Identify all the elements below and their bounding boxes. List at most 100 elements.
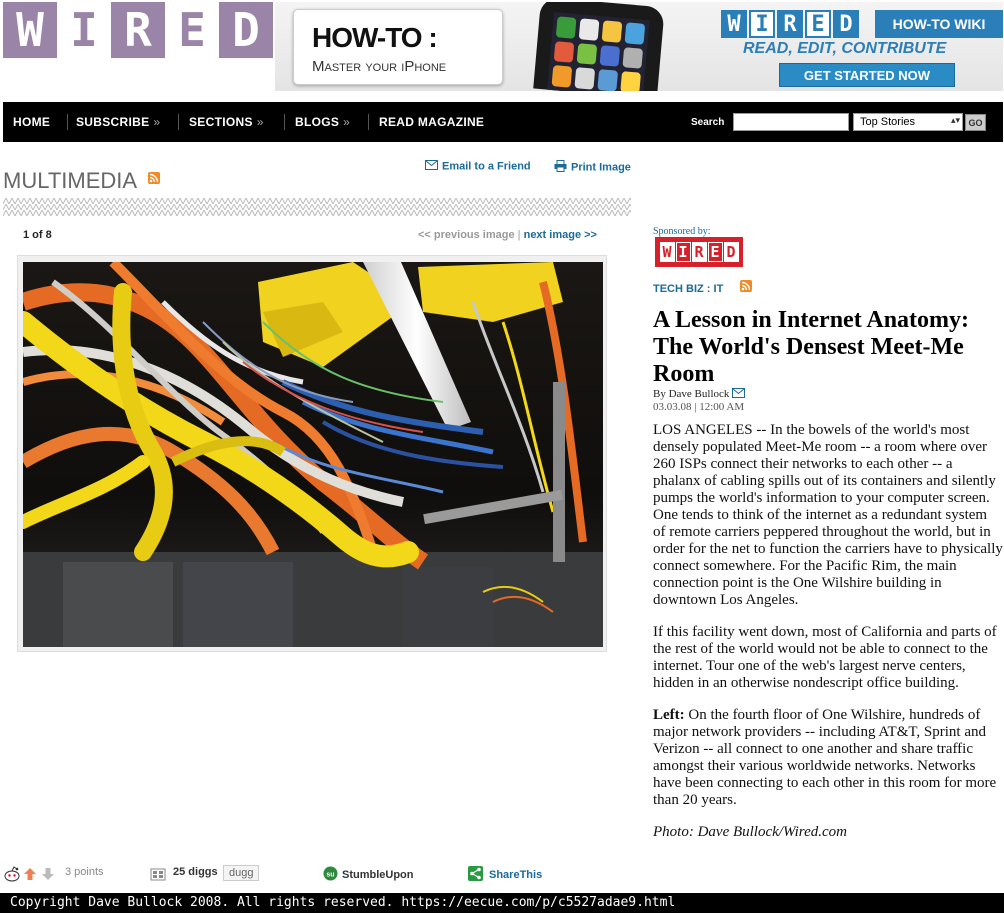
image-counter: 1 of 8 (23, 229, 52, 241)
rss-icon[interactable] (740, 280, 752, 292)
section-link-it[interactable]: IT (714, 283, 724, 295)
print-image-link[interactable]: Print Image (554, 160, 631, 175)
ad-wiki-panel: W I R E D HOW-TO WIKI READ, EDIT, CONTRI… (721, 10, 1003, 90)
print-image-label: Print Image (571, 161, 631, 174)
mini-wired-logo: W I R E D (721, 10, 861, 38)
chevron-right-icon: » (343, 115, 351, 129)
caption-lead: Left: (653, 707, 685, 723)
article-byline: By Dave Bullock (653, 388, 746, 401)
image-pager: << previous image | next image >> (418, 229, 597, 241)
email-friend-link[interactable]: Email to a Friend (425, 160, 531, 173)
stumbleupon-icon: su (323, 866, 338, 884)
caption-text: On the fourth floor of One Wilshire, hun… (653, 707, 997, 808)
search-scope-select[interactable]: Top Stories ▴▾ (853, 113, 963, 131)
nav-label: SUBSCRIBE (76, 115, 150, 129)
article-headline: A Lesson in Internet Anatomy: The World'… (653, 307, 970, 387)
mini-logo-letter: W (721, 10, 747, 38)
howto-wiki-badge: HOW-TO WIKI (875, 10, 1003, 38)
sponsor-letter: R (691, 242, 707, 262)
nav-label: BLOGS (295, 115, 340, 129)
select-arrows-icon: ▴▾ (950, 115, 960, 125)
banner-ad[interactable]: HOW-TO : Master your iPhone W I R E D HO… (275, 2, 1003, 91)
section-breadcrumb: TECH BIZ : IT (653, 283, 723, 295)
printer-icon (554, 160, 567, 175)
stumbleupon-label: StumbleUpon (342, 869, 414, 881)
sponsor-letter: W (659, 242, 675, 262)
rss-icon[interactable] (148, 172, 160, 184)
nav-blogs[interactable]: BLOGS » (295, 102, 350, 142)
section-title: MULTIMEDIA (3, 168, 138, 193)
digg-icon[interactable] (150, 866, 166, 882)
mini-logo-letter: E (805, 10, 831, 38)
logo-letter: W (3, 2, 57, 58)
email-author-icon[interactable] (732, 388, 746, 401)
dugg-button[interactable]: dugg (223, 865, 260, 881)
select-value: Top Stories (860, 116, 916, 128)
downvote-arrow-icon[interactable] (41, 867, 55, 884)
nav-label: SECTIONS (189, 115, 253, 129)
nav-divider (284, 114, 285, 130)
mini-logo-letter: R (777, 10, 803, 38)
gallery-photo[interactable] (23, 262, 603, 647)
nav-home[interactable]: HOME (13, 102, 50, 142)
sharethis-link[interactable]: ShareThis (468, 866, 542, 884)
photo-credit: Photo: Dave Bullock/Wired.com (653, 824, 847, 840)
go-button[interactable]: GO (965, 114, 986, 131)
upvote-arrow-icon[interactable] (23, 867, 37, 884)
next-image-link[interactable]: next image >> (524, 229, 597, 241)
nav-read-magazine[interactable]: READ MAGAZINE (379, 102, 484, 142)
digg-count[interactable]: 25 diggs (173, 866, 218, 878)
search-label: Search (691, 116, 725, 128)
sponsored-label: Sponsored by: (653, 226, 711, 237)
iphone-image (533, 2, 665, 91)
previous-image-link[interactable]: << previous image (418, 229, 515, 241)
article-date: 03.03.08 | 12:00 AM (653, 401, 745, 413)
nav-label: HOME (13, 115, 51, 129)
sponsor-letter: D (723, 242, 739, 262)
nav-subscribe[interactable]: SUBSCRIBE » (76, 102, 160, 142)
ad-title: HOW-TO : (312, 22, 438, 53)
nav-divider (67, 114, 68, 130)
social-bar: 3 points 25 diggs dugg su StumbleUpon Sh… (3, 862, 623, 886)
mini-logo-letter: D (833, 10, 859, 38)
sponsor-wired-logo[interactable]: W I R E D (655, 237, 743, 267)
author-name[interactable]: By Dave Bullock (653, 388, 729, 400)
pager-separator: | (517, 229, 521, 241)
article-paragraph: If this facility went down, most of Cali… (653, 624, 997, 691)
chevron-right-icon: » (256, 115, 264, 129)
nav-sections[interactable]: SECTIONS » (189, 102, 264, 142)
sharethis-label: ShareThis (489, 869, 543, 881)
ad-card: HOW-TO : Master your iPhone (293, 9, 503, 85)
main-nav: HOME SUBSCRIBE » SECTIONS » BLOGS » READ… (3, 102, 1003, 142)
ad-tagline: READ, EDIT, CONTRIBUTE (743, 40, 947, 57)
wired-logo[interactable]: W I R E D (3, 2, 275, 58)
logo-letter: E (165, 2, 219, 58)
envelope-icon (425, 160, 438, 173)
decorative-divider (3, 198, 631, 216)
search-input[interactable] (733, 113, 849, 131)
ad-subtitle: Master your iPhone (312, 58, 447, 75)
svg-text:su: su (326, 872, 334, 879)
caption-paragraph: Left: On the fourth floor of One Wilshir… (653, 707, 1003, 809)
get-started-button[interactable]: GET STARTED NOW (779, 63, 955, 87)
status-bar: Copyright Dave Bullock 2008. All rights … (0, 893, 1004, 913)
stumbleupon-link[interactable]: su StumbleUpon (323, 866, 414, 884)
nav-label: READ MAGAZINE (379, 115, 485, 129)
article-body: LOS ANGELES -- In the bowels of the worl… (653, 422, 1003, 856)
section-link-techbiz[interactable]: TECH BIZ (653, 283, 704, 295)
reddit-alien-icon[interactable] (3, 866, 21, 885)
sponsor-letter: I (675, 242, 691, 262)
nav-divider (368, 114, 369, 130)
cable-photo-illustration (23, 262, 603, 647)
reddit-vote (3, 866, 55, 885)
email-friend-label: Email to a Friend (442, 160, 531, 173)
sponsor-logo-letters: W I R E D (659, 242, 739, 262)
logo-letter: D (219, 2, 273, 58)
sharethis-icon (468, 866, 483, 884)
sponsor-letter: E (707, 242, 723, 262)
nav-divider (178, 114, 179, 130)
reddit-points: 3 points (65, 866, 104, 878)
photo-frame (17, 255, 607, 652)
logo-letter: I (57, 2, 111, 58)
logo-letter: R (111, 2, 165, 58)
